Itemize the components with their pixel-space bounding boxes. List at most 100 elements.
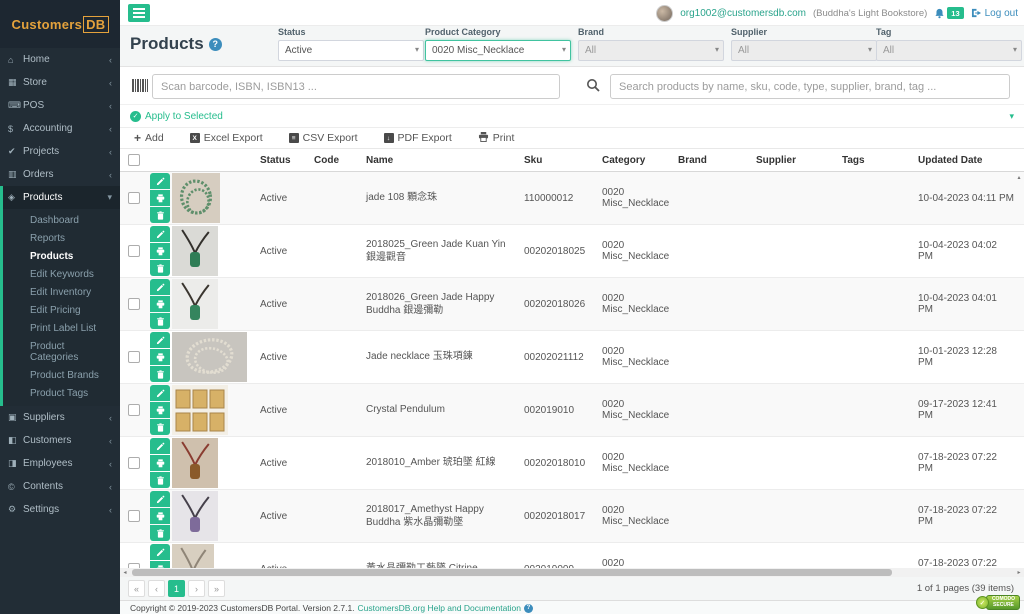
sidebar-item-accounting[interactable]: $Accounting‹ xyxy=(0,117,120,140)
excel-export-button[interactable]: XExcel Export xyxy=(190,132,263,144)
row-checkbox[interactable] xyxy=(128,404,140,416)
comodo-secure-badge[interactable]: ✓ COMODOSECURE xyxy=(976,595,1020,610)
scroll-up-icon[interactable]: ▴ xyxy=(1015,174,1023,181)
print-button[interactable] xyxy=(150,243,170,259)
user-avatar[interactable] xyxy=(656,5,673,22)
product-image[interactable] xyxy=(172,491,218,541)
sidebar-item-settings[interactable]: ⚙Settings‹ xyxy=(0,498,120,521)
filter-select-supplier[interactable]: All▾ xyxy=(731,40,877,61)
sidebar-item-pos[interactable]: ⌨POS‹ xyxy=(0,94,120,117)
row-checkbox[interactable] xyxy=(128,298,140,310)
print-button[interactable] xyxy=(150,508,170,524)
filter-select-status[interactable]: Active▾ xyxy=(278,40,424,61)
delete-button[interactable] xyxy=(150,472,170,488)
product-image[interactable] xyxy=(172,226,218,276)
edit-button[interactable] xyxy=(150,491,170,507)
column-header-category[interactable]: Category xyxy=(598,155,674,166)
notifications-button[interactable]: 13 xyxy=(934,7,963,19)
brand-logo[interactable]: CustomersDB xyxy=(0,0,120,48)
search-input[interactable] xyxy=(610,74,1010,99)
edit-button[interactable] xyxy=(150,173,170,189)
delete-button[interactable] xyxy=(150,260,170,276)
column-header-updated-date[interactable]: Updated Date xyxy=(914,155,1014,166)
product-image[interactable] xyxy=(172,279,218,329)
sidebar-subitem-print-label-list[interactable]: Print Label List xyxy=(3,319,120,337)
edit-button[interactable] xyxy=(150,332,170,348)
filter-select-brand[interactable]: All▾ xyxy=(578,40,724,61)
edit-button[interactable] xyxy=(150,544,170,560)
sidebar-subitem-edit-pricing[interactable]: Edit Pricing xyxy=(3,301,120,319)
sidebar-item-employees[interactable]: ◨Employees‹ xyxy=(0,452,120,475)
footer-help-icon[interactable]: ? xyxy=(524,604,533,613)
prev-page-button[interactable]: ‹ xyxy=(148,580,165,597)
logout-button[interactable]: Log out xyxy=(971,8,1018,19)
csv-export-button[interactable]: ≡CSV Export xyxy=(289,132,358,144)
add-button[interactable]: +Add xyxy=(134,132,164,144)
print-button[interactable] xyxy=(150,402,170,418)
product-image[interactable] xyxy=(172,438,218,488)
first-page-button[interactable]: « xyxy=(128,580,145,597)
h-scroll-thumb[interactable] xyxy=(132,569,892,576)
sidebar-item-projects[interactable]: ✔Projects‹ xyxy=(0,140,120,163)
product-image[interactable] xyxy=(172,173,220,223)
print-button[interactable] xyxy=(150,349,170,365)
product-image[interactable] xyxy=(172,332,247,382)
sidebar-item-products[interactable]: ◈Products▾ xyxy=(3,186,120,209)
product-image[interactable] xyxy=(172,385,228,435)
row-checkbox[interactable] xyxy=(128,245,140,257)
scroll-left-icon[interactable]: ◂ xyxy=(120,569,130,576)
sidebar-item-home[interactable]: ⌂Home‹ xyxy=(0,48,120,71)
print-button[interactable] xyxy=(150,455,170,471)
sidebar-item-orders[interactable]: ▥Orders‹ xyxy=(0,163,120,186)
scroll-right-icon[interactable]: ▸ xyxy=(1014,569,1024,576)
column-header-sku[interactable]: Sku xyxy=(520,155,598,166)
delete-button[interactable] xyxy=(150,419,170,435)
column-header-name[interactable]: Name xyxy=(362,155,520,166)
sidebar-item-contents[interactable]: ©Contents‹ xyxy=(0,475,120,498)
last-page-button[interactable]: » xyxy=(208,580,225,597)
delete-button[interactable] xyxy=(150,313,170,329)
product-image[interactable] xyxy=(172,544,214,569)
print-button[interactable]: Print xyxy=(478,132,515,145)
column-header-brand[interactable]: Brand xyxy=(674,155,752,166)
user-email[interactable]: org1002@customersdb.com xyxy=(680,8,806,19)
sidebar-subitem-edit-keywords[interactable]: Edit Keywords xyxy=(3,265,120,283)
column-header-supplier[interactable]: Supplier xyxy=(752,155,838,166)
sidebar-item-customers[interactable]: ◧Customers‹ xyxy=(0,429,120,452)
help-documentation-link[interactable]: CustomersDB.org Help and Documentation xyxy=(358,603,521,613)
page-button-1[interactable]: 1 xyxy=(168,580,185,597)
column-header-status[interactable]: Status xyxy=(256,155,310,166)
filter-select-tag[interactable]: All▾ xyxy=(876,40,1022,61)
sidebar-subitem-dashboard[interactable]: Dashboard xyxy=(3,211,120,229)
column-header-code[interactable]: Code xyxy=(310,155,362,166)
column-header-tags[interactable]: Tags xyxy=(838,155,914,166)
barcode-input[interactable] xyxy=(152,74,560,99)
sidebar-subitem-edit-inventory[interactable]: Edit Inventory xyxy=(3,283,120,301)
sidebar-subitem-product-brands[interactable]: Product Brands xyxy=(3,366,120,384)
edit-button[interactable] xyxy=(150,385,170,401)
sidebar-subitem-product-tags[interactable]: Product Tags xyxy=(3,384,120,402)
sidebar-item-store[interactable]: ▦Store‹ xyxy=(0,71,120,94)
vertical-scrollbar[interactable]: ▴ xyxy=(1015,174,1023,566)
help-icon[interactable]: ? xyxy=(209,38,222,51)
horizontal-scrollbar[interactable]: ◂ ▸ xyxy=(120,568,1024,577)
sidebar-toggle-button[interactable] xyxy=(128,4,150,22)
edit-button[interactable] xyxy=(150,226,170,242)
pdf-export-button[interactable]: ↓PDF Export xyxy=(384,132,452,144)
print-button[interactable] xyxy=(150,190,170,206)
next-page-button[interactable]: › xyxy=(188,580,205,597)
sidebar-subitem-reports[interactable]: Reports xyxy=(3,229,120,247)
edit-button[interactable] xyxy=(150,438,170,454)
chevron-down-icon[interactable]: ▾ xyxy=(1009,111,1014,122)
sidebar-subitem-products[interactable]: Products xyxy=(3,247,120,265)
apply-to-selected-button[interactable]: Apply to Selected xyxy=(145,111,223,122)
filter-select-product-category[interactable]: 0020 Misc_Necklace▾ xyxy=(425,40,571,61)
sidebar-subitem-product-categories[interactable]: Product Categories xyxy=(3,337,120,366)
edit-button[interactable] xyxy=(150,279,170,295)
delete-button[interactable] xyxy=(150,207,170,223)
select-all-checkbox[interactable] xyxy=(128,154,140,166)
delete-button[interactable] xyxy=(150,525,170,541)
row-checkbox[interactable] xyxy=(128,457,140,469)
row-checkbox[interactable] xyxy=(128,351,140,363)
row-checkbox[interactable] xyxy=(128,192,140,204)
